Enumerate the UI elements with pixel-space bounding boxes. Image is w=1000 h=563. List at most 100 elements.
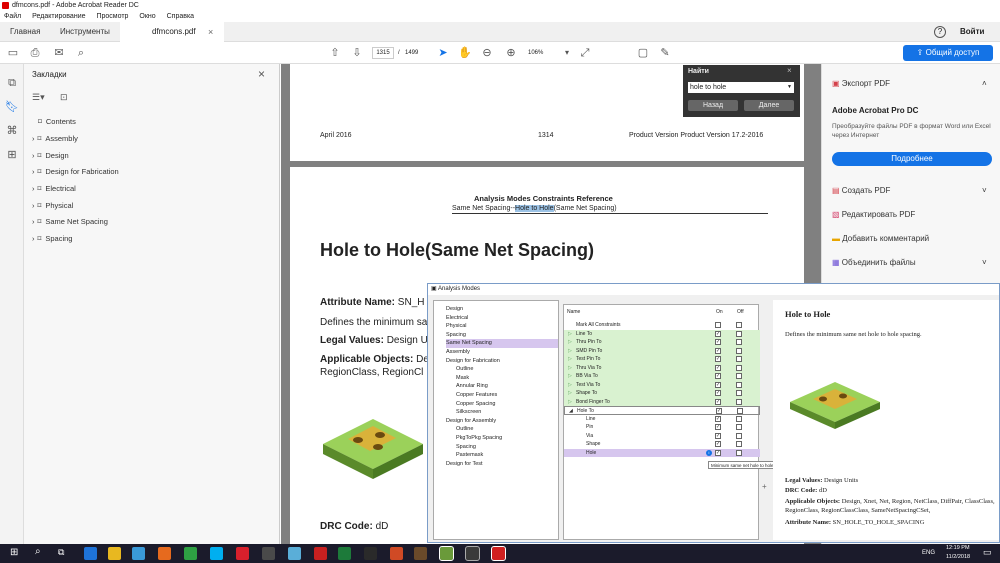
on-checkbox[interactable]: ✓ [715, 381, 721, 388]
on-checkbox[interactable] [715, 322, 721, 328]
select-cursor-icon[interactable]: ➤ [436, 46, 450, 60]
combine-tool[interactable]: ▦ Объединить файлы ˅ [832, 255, 987, 271]
constraint-row[interactable]: Pin ✓ [564, 423, 760, 432]
constraint-row[interactable]: ▷ SMD Pin To ✓ [564, 346, 760, 356]
constraint-row[interactable]: ▷ Test Pin To ✓ [564, 355, 760, 364]
off-checkbox[interactable] [736, 356, 742, 362]
explorer-icon[interactable] [108, 547, 121, 560]
expand-icon[interactable]: + [762, 482, 767, 491]
tree-item[interactable]: Mask [446, 374, 558, 383]
acrobat-icon[interactable] [491, 546, 506, 561]
off-checkbox[interactable] [736, 381, 742, 388]
tree-item[interactable]: Design for Assembly [446, 417, 558, 426]
chrome-icon[interactable] [184, 547, 197, 560]
zoom-out-icon[interactable]: ⊖ [480, 46, 494, 60]
search-icon[interactable]: ⌕ [35, 546, 41, 557]
constraint-row[interactable]: ▷ BB Via To ✓ [564, 372, 760, 381]
constraint-row[interactable]: Hole ✓ i [564, 448, 760, 457]
tree-item[interactable]: Design for Test [446, 460, 558, 469]
expand-arrow-icon[interactable]: ▷ [568, 398, 572, 407]
app-icon[interactable] [364, 547, 377, 560]
chevron-down-icon[interactable]: ˅ [982, 183, 987, 199]
constraint-row[interactable]: Line ✓ [564, 415, 760, 424]
skype-icon[interactable] [210, 547, 223, 560]
store-icon[interactable] [132, 547, 145, 560]
save-icon[interactable]: ▭ [6, 46, 20, 60]
constraint-row[interactable]: ▷ Thru Pin To ✓ [564, 338, 760, 347]
edit-pdf-tool[interactable]: ▧ Редактировать PDF [832, 207, 915, 223]
tree-item[interactable]: Outline [446, 425, 558, 434]
expand-arrow-icon[interactable]: ▷ [568, 381, 572, 390]
off-checkbox[interactable] [736, 415, 742, 422]
find-back-button[interactable]: Назад [688, 100, 738, 111]
on-checkbox[interactable]: ✓ [715, 390, 721, 396]
on-checkbox[interactable]: ✓ [715, 415, 721, 422]
on-checkbox[interactable]: ✓ [715, 441, 721, 447]
off-checkbox[interactable] [736, 347, 742, 354]
chevron-down-icon[interactable]: ▾ [560, 46, 574, 60]
chevron-down-icon[interactable]: ▼ [787, 82, 792, 93]
tab-document[interactable]: dfmcons.pdf × [120, 22, 224, 43]
constraint-row[interactable]: ▷ Test Via To ✓ [564, 380, 760, 390]
tree-item[interactable]: Assembly [446, 348, 558, 357]
task-view-icon[interactable]: ⧉ [58, 547, 64, 558]
tree-item[interactable]: Physical [446, 322, 558, 331]
off-checkbox[interactable] [736, 322, 742, 328]
tree-item[interactable]: Electrical [446, 314, 558, 323]
off-checkbox[interactable] [736, 330, 742, 337]
on-checkbox[interactable]: ✓ [715, 373, 721, 379]
chevron-up-icon[interactable]: ˄ [982, 76, 987, 92]
off-checkbox[interactable] [736, 449, 742, 456]
tree-item[interactable]: Annular Ring [446, 382, 558, 391]
chevron-right-icon[interactable]: › [32, 184, 35, 193]
on-checkbox[interactable]: ✓ [716, 408, 722, 414]
constraint-row[interactable]: ▷ Bond Finger To ✓ [564, 397, 760, 407]
on-checkbox[interactable]: ✓ [715, 424, 721, 430]
menu-edit[interactable]: Редактирование [32, 13, 85, 20]
bookmark-item[interactable]: › ⌑ Same Net Spacing [32, 214, 108, 230]
off-checkbox[interactable] [736, 390, 742, 396]
page-number-input[interactable]: 1315 [372, 47, 394, 59]
signin-link[interactable]: Войти [960, 22, 984, 42]
chevron-right-icon[interactable]: › [32, 234, 35, 243]
print-icon[interactable]: ⎙ [28, 46, 42, 60]
tree-item[interactable]: Copper Features [446, 391, 558, 400]
zoom-select[interactable]: 106% [528, 47, 558, 59]
bookmark-item[interactable]: › ⌑ Design for Fabrication [32, 164, 119, 180]
on-checkbox[interactable]: ✓ [715, 347, 721, 354]
constraint-row[interactable]: ▷ Shape To ✓ [564, 389, 760, 398]
on-checkbox[interactable]: ✓ [715, 449, 721, 456]
off-checkbox[interactable] [736, 441, 742, 447]
constraint-row[interactable]: Shape ✓ [564, 440, 760, 449]
firefox-icon[interactable] [158, 547, 171, 560]
on-checkbox[interactable]: ✓ [715, 356, 721, 362]
more-button[interactable]: Подробнее [832, 152, 992, 166]
tree-item[interactable]: Pastemask [446, 451, 558, 460]
chevron-down-icon[interactable]: ˅ [982, 255, 987, 271]
excel-icon[interactable] [338, 547, 351, 560]
on-checkbox[interactable]: ✓ [715, 398, 721, 405]
bookmark-item[interactable]: › ⌑ Physical [32, 198, 73, 214]
comment-tool[interactable]: ▬ Добавить комментарий [832, 231, 929, 247]
chevron-right-icon[interactable]: › [32, 217, 35, 226]
info-icon[interactable]: i [706, 449, 712, 456]
off-checkbox[interactable] [736, 432, 742, 439]
on-checkbox[interactable]: ✓ [715, 330, 721, 337]
menu-view[interactable]: Просмотр [96, 13, 128, 20]
off-checkbox[interactable] [737, 408, 743, 414]
tree-item[interactable]: Design [446, 305, 558, 314]
menu-file[interactable]: Файл [4, 13, 21, 20]
expand-arrow-icon[interactable]: ▷ [568, 347, 572, 356]
expand-arrow-icon[interactable]: ▷ [568, 364, 572, 373]
app-icon[interactable] [314, 547, 327, 560]
comment-icon[interactable]: ▢ [636, 46, 650, 60]
close-icon[interactable]: × [258, 67, 265, 81]
help-icon[interactable]: ? [934, 26, 946, 38]
constraint-row[interactable]: Via ✓ [564, 432, 760, 441]
menu-help[interactable]: Справка [167, 13, 194, 20]
expand-arrow-icon[interactable]: ▷ [568, 389, 572, 398]
tree-item[interactable]: PkgToPkg Spacing [446, 434, 558, 443]
tree-item[interactable]: Spacing [446, 443, 558, 452]
expand-arrow-icon[interactable]: ▷ [568, 355, 572, 364]
lang-indicator[interactable]: ENG [922, 544, 935, 563]
